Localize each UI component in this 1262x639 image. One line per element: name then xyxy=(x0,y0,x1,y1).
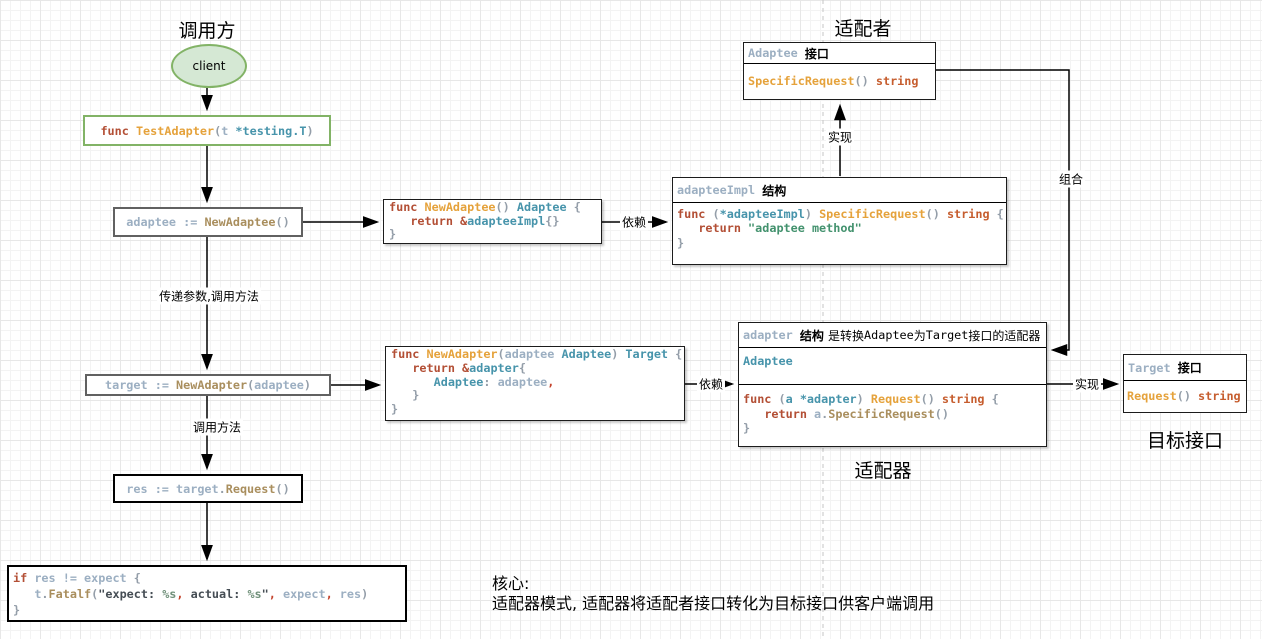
adaptee-stmt-code: adaptee := NewAdaptee() xyxy=(126,215,290,229)
adaptee-interface-header: Adaptee 接口 xyxy=(744,43,935,64)
test-adapter-code: func TestAdapter(t *testing.T) xyxy=(100,123,314,138)
adapter-struct-header: adapter 结构 是转换 Adaptee 为 Target 接口的适配器 xyxy=(739,323,1046,348)
target-interface-header: Target 接口 xyxy=(1124,355,1246,381)
edge-label-pass-call: 传递参数,调用方法 xyxy=(157,287,261,305)
if-block-box: if res != expect { t.Fatalf("expect: %s,… xyxy=(7,565,407,622)
res-stmt-code: res := target.Request() xyxy=(126,481,290,496)
edge-label-compose: 组合 xyxy=(1056,170,1086,188)
edge-label-realize-2: 实现 xyxy=(1072,375,1102,393)
edge-label-realize-1: 实现 xyxy=(825,128,855,146)
client-label: client xyxy=(192,59,226,73)
core-note: 核心: 适配器模式, 适配器将适配者接口转化为目标接口供客户端调用 xyxy=(492,574,934,614)
core-note-heading: 核心: xyxy=(492,574,530,593)
test-adapter-box: func TestAdapter(t *testing.T) xyxy=(83,115,331,146)
new-adapter-func-box: func NewAdapter(adaptee Adaptee) Target … xyxy=(385,346,685,421)
target-caption: 目标接口 xyxy=(1146,430,1223,452)
target-stmt-code: target := NewAdapter(adaptee) xyxy=(105,378,311,392)
edge-label-depend-1: 依赖 xyxy=(619,213,649,231)
target-stmt-box: target := NewAdapter(adaptee) xyxy=(85,374,331,396)
target-interface-box: Target 接口 Request() string xyxy=(1123,354,1247,413)
new-adaptee-func-box: func NewAdaptee() Adaptee { return &adap… xyxy=(383,199,602,244)
adaptee-impl-body: func (*adapteeImpl) SpecificRequest() st… xyxy=(677,207,1004,250)
adaptee-impl-header: adapteeImpl 结构 xyxy=(673,178,1006,203)
res-stmt-box: res := target.Request() xyxy=(113,474,303,503)
adapter-field-section: Adaptee xyxy=(739,348,1046,385)
adaptee-interface-box: Adaptee 接口 SpecificRequest() string xyxy=(743,42,936,100)
diagram-canvas: 调用方 适配者 client func TestAdapter(t *testi… xyxy=(0,0,1262,639)
edge-label-call-method: 调用方法 xyxy=(190,418,244,436)
adaptee-impl-struct-box: adapteeImpl 结构 func (*adapteeImpl) Speci… xyxy=(672,177,1007,265)
adaptee-interface-body: SpecificRequest() string xyxy=(748,74,919,88)
adapter-struct-box: adapter 结构 是转换 Adaptee 为 Target 接口的适配器 Adapt… xyxy=(738,322,1047,447)
core-note-body: 适配器模式, 适配器将适配者接口转化为目标接口供客户端调用 xyxy=(492,594,935,613)
target-interface-body: Request() string xyxy=(1127,389,1241,403)
edge-label-depend-2: 依赖 xyxy=(696,375,726,393)
adapter-caption: 适配器 xyxy=(854,460,912,482)
adaptee-stmt-box: adaptee := NewAdaptee() xyxy=(113,207,303,237)
adaptee-side-title: 适配者 xyxy=(834,18,892,40)
client-node: client xyxy=(171,44,247,88)
adapter-method-body: func (a *adapter) Request() string { ret… xyxy=(743,392,999,436)
connector-layer xyxy=(201,0,1120,639)
caller-title: 调用方 xyxy=(178,20,236,42)
